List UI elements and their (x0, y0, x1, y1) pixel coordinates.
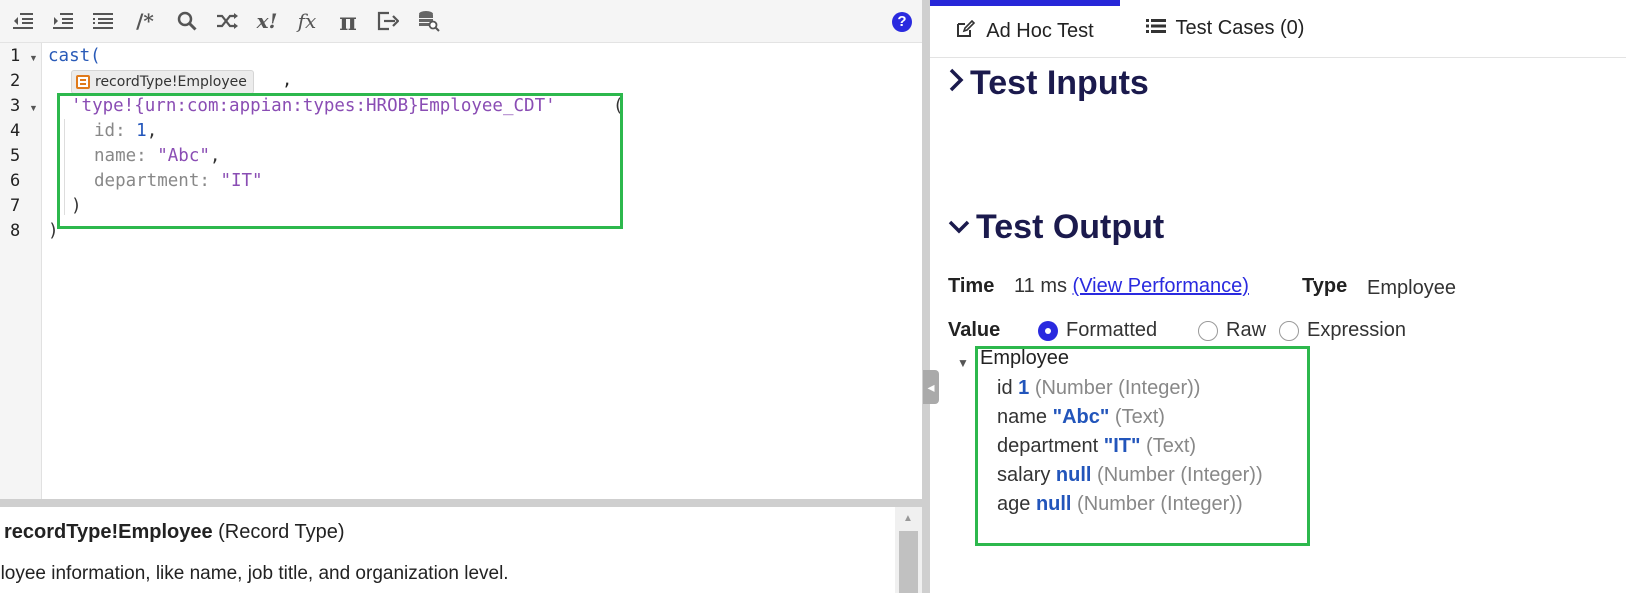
doc-title-type: (Record Type) (212, 521, 345, 543)
chevron-down-icon (948, 212, 970, 244)
vertical-divider[interactable] (922, 0, 930, 593)
view-performance-link[interactable]: (View Performance) (1073, 275, 1249, 297)
doc-scrollbar[interactable]: ▲ (895, 507, 922, 593)
x-factorial-label: x! (256, 9, 278, 33)
test-inputs-title: Test Inputs (970, 64, 1149, 102)
output-highlight-box (975, 346, 1310, 546)
line-number: 6 (10, 171, 21, 191)
outdent-icon[interactable] (8, 6, 38, 36)
help-icon[interactable]: ? (892, 12, 912, 32)
test-tabs: Ad Hoc Test Test Cases (0) (930, 0, 1626, 58)
test-output-header[interactable]: Test Output (948, 208, 1164, 247)
function-label: fx (297, 9, 317, 33)
edit-icon (956, 19, 976, 43)
search-icon[interactable] (172, 6, 202, 36)
scroll-up-icon[interactable]: ▲ (903, 513, 913, 524)
indent-icon[interactable] (48, 6, 78, 36)
value-label: Value (948, 319, 1001, 341)
line-number: 3 (10, 96, 21, 116)
tab-label: Ad Hoc Test (986, 20, 1094, 42)
test-inputs-header[interactable]: Test Inputs (948, 64, 1149, 103)
radio-label: Raw (1226, 319, 1267, 341)
line-number: 5 (10, 146, 21, 166)
time-value: 11 ms (1014, 275, 1067, 297)
test-panel: Ad Hoc Test Test Cases (0) Test Inputs T… (930, 0, 1626, 593)
code-highlight-box (57, 93, 623, 229)
radio-raw[interactable]: Raw (1198, 319, 1266, 342)
scroll-thumb[interactable] (899, 531, 918, 593)
record-type-token[interactable]: recordType!Employee (71, 70, 254, 94)
line-number: 8 (10, 221, 21, 241)
x-factorial-icon[interactable]: x! (252, 6, 282, 36)
list-icon (1145, 18, 1166, 39)
code-line-1: cast( (48, 46, 101, 66)
radio-label: Expression (1307, 319, 1406, 341)
radio-formatted[interactable]: Formatted (1038, 319, 1157, 342)
doc-title: recordType!Employee (Record Type) (4, 521, 345, 544)
fold-toggle-icon[interactable]: ▼ (29, 53, 38, 63)
shuffle-icon[interactable] (212, 6, 242, 36)
line-number: 1 (10, 46, 21, 66)
expression-editor-pane: /* x! fx π ? 1 ▼ 2 3 ▼ 4 5 6 7 8 cast( '… (0, 0, 922, 593)
format-list-icon[interactable] (88, 6, 118, 36)
function-icon[interactable]: fx (292, 6, 322, 36)
pi-icon[interactable]: π (333, 6, 363, 36)
doc-title-name: recordType!Employee (4, 521, 213, 543)
tab-ad-hoc-test[interactable]: Ad Hoc Test (930, 0, 1120, 57)
record-type-token-label: recordType!Employee (95, 74, 247, 90)
doc-description: ployee information, like name, job title… (0, 563, 509, 584)
radio-expression[interactable]: Expression (1279, 319, 1406, 342)
radio-unselected-icon (1198, 320, 1218, 341)
line-number: 2 (10, 71, 21, 91)
comment-icon[interactable]: /* (130, 6, 160, 36)
test-output-title: Test Output (976, 208, 1165, 246)
line-number-gutter: 1 ▼ 2 3 ▼ 4 5 6 7 8 (0, 43, 42, 499)
time-value-group: 11 ms (View Performance) (1014, 275, 1249, 298)
record-type-icon (76, 75, 90, 89)
pane-splitter[interactable] (0, 499, 922, 507)
radio-unselected-icon (1279, 320, 1299, 341)
radio-label: Formatted (1066, 319, 1158, 341)
editor-toolbar: /* x! fx π ? (0, 0, 922, 43)
line-number: 7 (10, 196, 21, 216)
documentation-panel: recordType!Employee (Record Type) ployee… (0, 507, 895, 593)
type-label: Type (1302, 275, 1348, 297)
tab-label: Test Cases (0) (1175, 17, 1305, 39)
radio-selected-icon (1038, 320, 1058, 341)
comment-label: /* (136, 9, 154, 33)
line-number: 4 (10, 121, 21, 141)
tab-test-cases[interactable]: Test Cases (0) (1120, 0, 1330, 57)
tree-expand-icon[interactable]: ▼ (957, 356, 969, 370)
database-search-icon[interactable] (414, 6, 444, 36)
fold-toggle-icon[interactable]: ▼ (29, 103, 38, 113)
pi-label: π (339, 6, 357, 36)
export-icon[interactable] (373, 6, 403, 36)
type-value: Employee (1367, 277, 1456, 299)
time-label: Time (948, 275, 995, 297)
comma: , (282, 70, 293, 90)
chevron-right-icon (948, 67, 964, 100)
